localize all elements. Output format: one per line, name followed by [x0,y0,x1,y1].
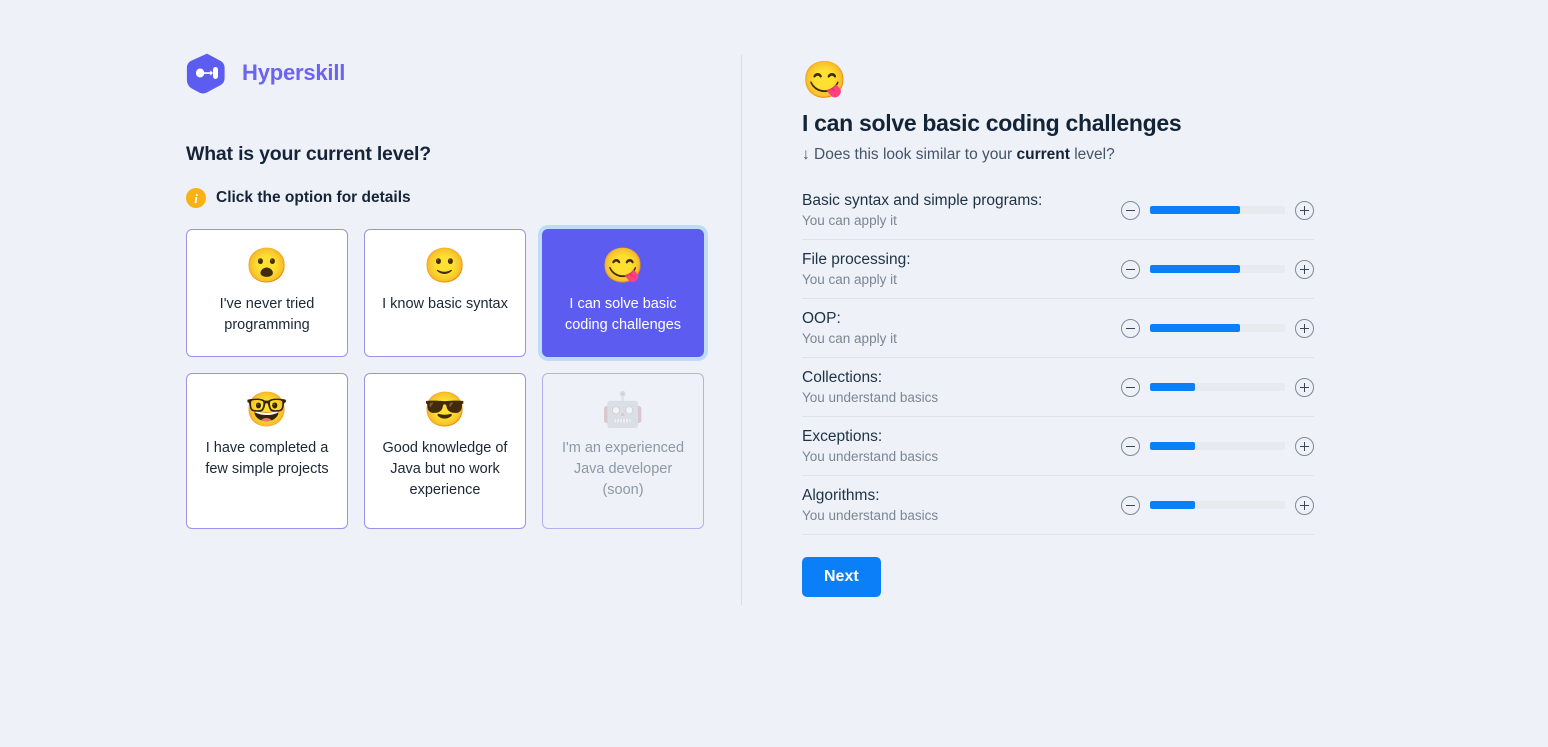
level-option-experienced-developer: 🤖 I'm an experienced Java developer (soo… [542,373,704,529]
face-with-open-mouth-emoji: 😮 [245,247,289,285]
skill-row: Basic syntax and simple programs: You ca… [802,181,1314,240]
decrease-skill-button[interactable] [1121,495,1140,515]
skill-slider-fill [1150,383,1195,391]
skill-slider[interactable] [1150,206,1285,214]
nerd-face-emoji: 🤓 [245,391,289,429]
skill-list: Basic syntax and simple programs: You ca… [802,181,1314,535]
detail-subtitle-prefix: ↓ Does this look similar to your [802,146,1017,163]
skill-control [1121,495,1314,515]
level-option-label: I've never tried programming [219,296,315,333]
skill-slider-fill [1150,206,1241,214]
skill-slider[interactable] [1150,265,1285,273]
skill-control [1121,318,1314,338]
increase-skill-button[interactable] [1295,318,1314,338]
decrease-skill-button[interactable] [1121,436,1140,456]
level-option-label: I can solve basic coding challenges [564,296,682,333]
info-icon: i [186,188,206,208]
skill-texts: File processing: You can apply it [802,251,911,287]
skill-row: OOP: You can apply it [802,299,1314,358]
detail-title: I can solve basic coding challenges [802,110,1182,136]
skill-control [1121,259,1314,279]
level-option-label: I know basic syntax [382,296,508,312]
skill-slider-fill [1150,501,1195,509]
smiling-face-with-sunglasses-emoji: 😎 [423,391,467,429]
detail-subtitle-strong: current [1016,146,1070,163]
skill-row: Collections: You understand basics [802,358,1314,417]
skill-slider[interactable] [1150,501,1285,509]
brand-name: Hyperskill [242,60,346,85]
skill-texts: Exceptions: You understand basics [802,428,938,464]
next-button[interactable]: Next [802,557,881,597]
increase-skill-button[interactable] [1295,259,1314,279]
increase-skill-button[interactable] [1295,495,1314,515]
skill-texts: OOP: You can apply it [802,310,897,346]
level-option-basic-syntax[interactable]: 🙂 I know basic syntax [364,229,526,357]
hint-text: Click the option for details [216,189,411,206]
skill-slider[interactable] [1150,442,1285,450]
skill-slider[interactable] [1150,324,1285,332]
decrease-skill-button[interactable] [1121,377,1140,397]
panel-divider [741,55,742,605]
skill-slider[interactable] [1150,383,1285,391]
brand-header: Hyperskill [186,50,716,96]
level-option-basic-coding-challenges[interactable]: 😋 I can solve basic coding challenges [542,229,704,357]
level-option-good-java-knowledge[interactable]: 😎 Good knowledge of Java but no work exp… [364,373,526,529]
skill-level: You understand basics [802,508,939,523]
level-selection-panel: Hyperskill What is your current level? i… [186,50,716,529]
onboarding-page: Hyperskill What is your current level? i… [0,0,1548,747]
skill-name: Basic syntax and simple programs: [802,192,1043,209]
level-option-simple-projects[interactable]: 🤓 I have completed a few simple projects [186,373,348,529]
skill-level: You can apply it [802,331,897,346]
level-detail-panel: 😋 I can solve basic coding challenges ↓ … [802,58,1314,597]
skill-control [1121,377,1314,397]
detail-subtitle: ↓ Does this look similar to your current… [802,146,1314,164]
skill-level: You can apply it [802,272,897,287]
face-savoring-food-emoji: 😋 [601,247,645,285]
skill-name: OOP: [802,310,841,327]
increase-skill-button[interactable] [1295,436,1314,456]
level-option-never-tried[interactable]: 😮 I've never tried programming [186,229,348,357]
level-option-label: I have completed a few simple projects [205,440,329,477]
skill-name: File processing: [802,251,911,268]
increase-skill-button[interactable] [1295,377,1314,397]
slightly-smiling-face-emoji: 🙂 [423,247,467,285]
increase-skill-button[interactable] [1295,200,1314,220]
skill-row: Exceptions: You understand basics [802,417,1314,476]
level-options-grid: 😮 I've never tried programming 🙂 I know … [186,229,716,529]
skill-texts: Collections: You understand basics [802,369,938,405]
skill-level: You can apply it [802,213,897,228]
decrease-skill-button[interactable] [1121,318,1140,338]
robot-emoji: 🤖 [601,391,645,429]
skill-control [1121,200,1314,220]
level-option-label: I'm an experienced Java developer (soon) [561,440,685,498]
skill-name: Exceptions: [802,428,883,445]
skill-row: Algorithms: You understand basics [802,476,1314,535]
skill-name: Collections: [802,369,883,386]
skill-name: Algorithms: [802,487,880,504]
skill-slider-fill [1150,442,1195,450]
skill-texts: Basic syntax and simple programs: You ca… [802,192,1042,228]
hint-row: i Click the option for details [186,188,716,208]
skill-texts: Algorithms: You understand basics [802,487,938,523]
skill-level: You understand basics [802,390,939,405]
skill-slider-fill [1150,324,1241,332]
skill-level: You understand basics [802,449,939,464]
decrease-skill-button[interactable] [1121,259,1140,279]
hyperskill-logo-icon [186,52,228,94]
level-option-label: Good knowledge of Java but no work exper… [382,440,508,498]
face-savoring-food-emoji: 😋 [802,59,847,100]
detail-subtitle-suffix: level? [1069,146,1115,163]
page-title: What is your current level? [186,143,431,165]
skill-slider-fill [1150,265,1241,273]
skill-control [1121,436,1314,456]
skill-row: File processing: You can apply it [802,240,1314,299]
decrease-skill-button[interactable] [1121,200,1140,220]
